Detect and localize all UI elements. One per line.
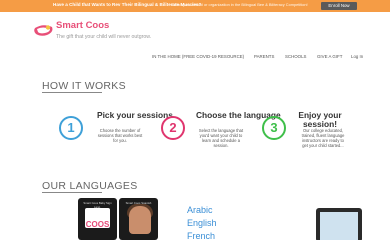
phone-preview-baby-sign[interactable]: Smart Coos Baby Sign Lang. COOS <box>78 198 117 240</box>
phone-1-brand: COOS <box>85 220 110 229</box>
tablet-preview <box>316 208 362 240</box>
step-1-description: Choose the number of sessions that works… <box>97 128 143 143</box>
how-it-works-title: HOW IT WORKS <box>42 80 126 92</box>
our-languages-underline <box>42 192 102 193</box>
promo-description: Enroll your school or organization in th… <box>172 2 308 8</box>
promo-banner: Have a Child that Wants to Rev Their Bil… <box>0 0 390 12</box>
language-french[interactable]: French <box>187 231 215 240</box>
nav-parents[interactable]: PARENTS <box>254 54 274 59</box>
step-2-circle: 2 <box>161 116 185 140</box>
nav-schools[interactable]: SCHOOLS <box>285 54 306 59</box>
step-2-title: Choose the language <box>196 110 281 120</box>
step-3-circle: 3 <box>262 116 286 140</box>
step-2-description: Select the language that you'd want your… <box>198 128 244 148</box>
tablet-screen <box>320 212 358 240</box>
enroll-now-button[interactable]: Enroll Now <box>321 2 357 10</box>
smart-coos-logo[interactable] <box>33 23 54 38</box>
step-1-circle: 1 <box>59 116 83 140</box>
language-english[interactable]: English <box>187 218 217 228</box>
child-photo <box>129 206 151 234</box>
step-1-title: Pick your sessions <box>97 110 173 120</box>
phone-preview-spanish[interactable]: Smart Coos Spanish Cours. <box>119 198 158 240</box>
nav-log-in[interactable]: Log In <box>351 54 363 59</box>
step-3-description: Our college educated, trained, fluent la… <box>301 128 345 148</box>
nav-in-the-home[interactable]: IN THE HOME (FREE COVID-19 RESOURCE) <box>152 54 244 59</box>
language-arabic[interactable]: Arabic <box>187 205 213 215</box>
how-it-works-underline <box>42 92 102 93</box>
tagline: The gift that your child will never outg… <box>56 33 152 40</box>
brand-name[interactable]: Smart Coos <box>56 20 109 31</box>
our-languages-title: OUR LANGUAGES <box>42 180 138 192</box>
nav-give-a-gift[interactable]: GIVE A GIFT <box>317 54 342 59</box>
